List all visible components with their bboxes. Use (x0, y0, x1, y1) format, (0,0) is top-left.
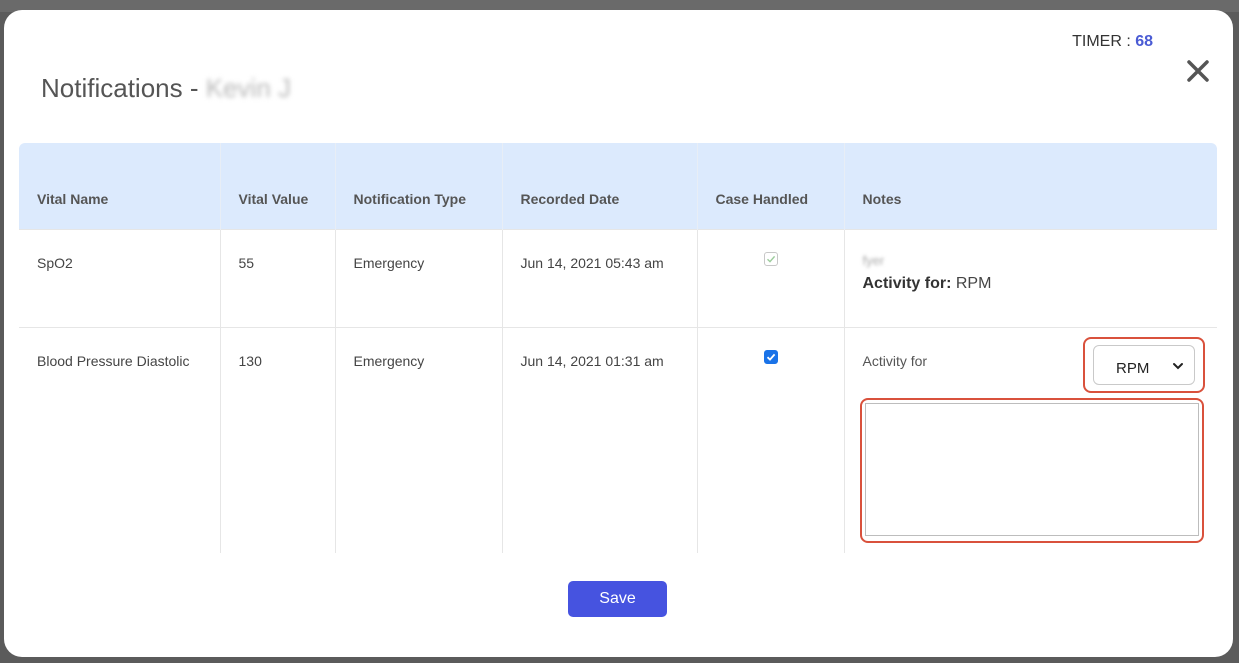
header-vital-name: Vital Name (19, 143, 221, 229)
cell-case-handled (697, 228, 845, 327)
case-handled-checkbox (763, 251, 778, 266)
notes-input-highlight (859, 397, 1204, 543)
activity-value: RPM (955, 274, 992, 292)
cell-vital-value: 130 (220, 326, 336, 553)
table-row: SpO2 55 Emergency Jun 14, 2021 05:43 am … (19, 228, 1217, 327)
save-button[interactable]: Save (568, 581, 667, 617)
modal-title: Notifications - Kevin J (41, 73, 291, 104)
cell-vital-value: 55 (220, 228, 336, 327)
table-row: Blood Pressure Diastolic 130 Emergency J… (19, 326, 1217, 553)
chevron-down-icon (1173, 362, 1183, 369)
case-handled-checkbox[interactable] (763, 349, 778, 364)
timer-value: 68 (1135, 33, 1153, 50)
cell-case-handled (697, 326, 845, 553)
activity-select[interactable]: RPM (1093, 344, 1195, 385)
cell-notes: Activity for RPM (844, 326, 1217, 553)
header-notes: Notes (862, 190, 902, 207)
check-icon (766, 353, 775, 361)
cell-notification-type: Emergency (335, 228, 503, 327)
close-icon (1187, 60, 1209, 82)
check-icon (766, 255, 775, 263)
timer: TIMER : 68 (1072, 33, 1153, 51)
header-notification-type: Notification Type (335, 143, 503, 229)
close-button[interactable] (1181, 54, 1215, 88)
activity-label: Activity for: (862, 274, 952, 292)
activity-select-highlight: RPM (1083, 336, 1205, 393)
activity-select-value: RPM (1116, 359, 1150, 377)
header-case-handled: Case Handled (697, 143, 845, 229)
header-recorded-date: Recorded Date (502, 143, 698, 229)
notifications-table: Vital Name Vital Value Notification Type… (19, 143, 1217, 555)
notes-input[interactable] (864, 402, 1199, 536)
cell-vital-name: SpO2 (19, 228, 221, 327)
header-vital-value: Vital Value (220, 143, 336, 229)
table-header-row: Vital Name Vital Value Notification Type… (19, 143, 1217, 229)
activity-for-label: Activity for (862, 352, 928, 369)
patient-name: Kevin J (205, 73, 291, 103)
timer-label: TIMER : (1072, 33, 1136, 50)
note-text: fyer (862, 252, 885, 268)
activity-line: Activity for: RPM (863, 272, 1200, 295)
notifications-modal: TIMER : 68 Notifications - Kevin J Vital… (4, 10, 1233, 657)
cell-notes: fyer Activity for: RPM (844, 228, 1217, 327)
cell-recorded-date: Jun 14, 2021 05:43 am (502, 228, 698, 327)
cell-vital-name: Blood Pressure Diastolic (19, 326, 221, 553)
cell-recorded-date: Jun 14, 2021 01:31 am (502, 326, 698, 553)
cell-notification-type: Emergency (335, 326, 503, 553)
title-prefix: Notifications - (41, 73, 206, 103)
